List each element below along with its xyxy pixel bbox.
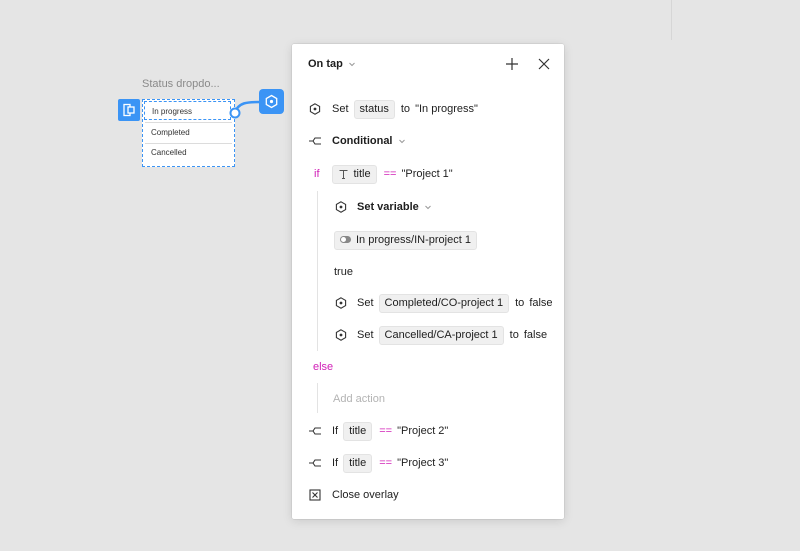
frame-label[interactable]: Status dropdo... — [142, 78, 220, 90]
cancelled-variable-chip[interactable]: Cancelled/CA-project 1 — [378, 325, 504, 345]
if-keyword: If — [332, 425, 339, 437]
value-text[interactable]: "In progress" — [415, 103, 478, 115]
plus-icon[interactable] — [504, 56, 520, 72]
to-label: to — [515, 297, 525, 309]
title-variable-chip[interactable]: title — [343, 453, 373, 473]
frame-item-cancelled[interactable]: Cancelled — [151, 148, 187, 157]
chevron-down-icon[interactable] — [424, 203, 432, 211]
branch-icon — [308, 456, 322, 470]
set-label: Set — [357, 329, 374, 341]
else-branch-line — [317, 383, 318, 413]
if-keyword: If — [332, 457, 339, 469]
status-dropdown-frame[interactable]: In progress Completed Cancelled — [142, 99, 235, 167]
if-keyword: if — [314, 168, 320, 180]
action-hexagon-icon — [265, 94, 278, 109]
frame-item-completed[interactable]: Completed — [151, 128, 190, 137]
conditional-row[interactable]: Conditional — [308, 131, 406, 151]
variable-selector-row[interactable]: In progress/IN-project 1 — [334, 230, 477, 250]
title-variable-chip[interactable]: title — [331, 164, 377, 184]
in-progress-variable-chip[interactable]: In progress/IN-project 1 — [334, 230, 477, 250]
canvas-divider — [671, 0, 672, 40]
value-text[interactable]: "Project 1" — [401, 168, 452, 180]
completed-variable-chip[interactable]: Completed/CO-project 1 — [378, 293, 510, 313]
to-label: to — [400, 103, 411, 115]
value-text[interactable]: "Project 2" — [397, 425, 448, 437]
value-text[interactable]: false — [529, 297, 552, 309]
frame-handle-icon[interactable] — [118, 99, 140, 121]
trigger-dropdown[interactable]: On tap — [308, 58, 343, 70]
action-close-overlay[interactable]: Close overlay — [308, 485, 399, 505]
title-variable-chip[interactable]: title — [343, 421, 373, 441]
to-label: to — [509, 329, 519, 341]
conditional-label: Conditional — [332, 135, 393, 147]
value-text[interactable]: "Project 3" — [397, 457, 448, 469]
frame-divider — [145, 122, 232, 123]
branch-icon — [308, 424, 322, 438]
close-overlay-icon — [308, 488, 322, 502]
if-branch-line — [317, 191, 318, 351]
equals-operator: == — [379, 457, 393, 469]
chevron-down-icon[interactable] — [348, 60, 356, 68]
set-variable-row[interactable]: Set variable — [334, 197, 432, 217]
set-label: Set — [332, 103, 349, 115]
frame-divider — [145, 143, 232, 144]
equals-operator: == — [379, 425, 393, 437]
action-hexagon-icon — [334, 296, 348, 310]
close-icon[interactable] — [536, 56, 552, 72]
interaction-panel: On tap Set status to "In progress" Condi… — [292, 44, 564, 519]
set-variable-label: Set variable — [357, 201, 419, 213]
text-type-icon — [339, 169, 347, 179]
close-overlay-label: Close overlay — [332, 489, 399, 501]
equals-operator: == — [383, 168, 397, 180]
action-set-completed[interactable]: Set Completed/CO-project 1 to false — [334, 293, 553, 313]
action-hexagon-icon — [334, 200, 348, 214]
variable-value[interactable]: true — [334, 262, 353, 282]
set-label: Set — [357, 297, 374, 309]
conditional-project-2[interactable]: If title == "Project 2" — [308, 421, 448, 441]
status-variable-chip[interactable]: status — [353, 99, 395, 119]
frame-item-in-progress[interactable]: In progress — [144, 101, 231, 120]
branch-icon — [308, 134, 322, 148]
action-set-cancelled[interactable]: Set Cancelled/CA-project 1 to false — [334, 325, 547, 345]
interaction-badge[interactable] — [259, 89, 284, 114]
action-set-status[interactable]: Set status to "In progress" — [308, 99, 478, 119]
conditional-project-3[interactable]: If title == "Project 3" — [308, 453, 448, 473]
add-action-button[interactable]: Add action — [333, 389, 385, 409]
if-condition-row[interactable]: if title == "Project 1" — [314, 164, 453, 184]
action-hexagon-icon — [334, 328, 348, 342]
value-text[interactable]: false — [524, 329, 547, 341]
else-keyword: else — [313, 361, 334, 373]
action-hexagon-icon — [308, 102, 322, 116]
boolean-toggle-icon — [340, 236, 351, 244]
chevron-down-icon[interactable] — [398, 137, 406, 145]
